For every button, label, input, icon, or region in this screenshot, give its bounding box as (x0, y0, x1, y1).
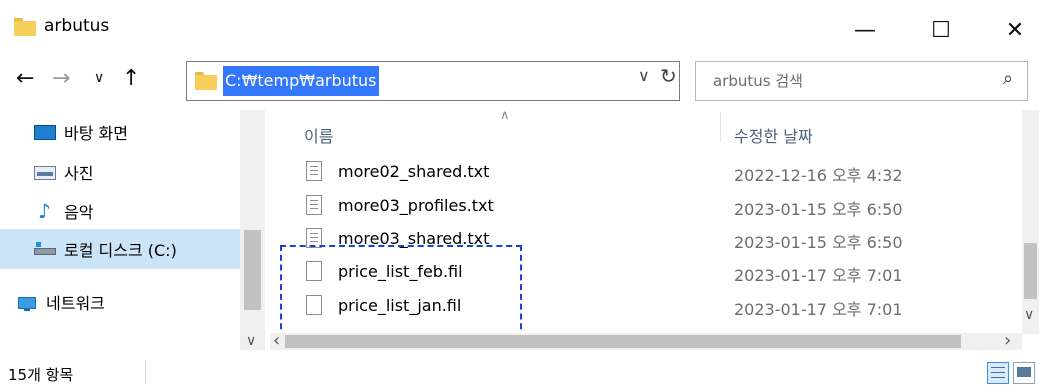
sidebar-item-network[interactable]: 네트워크 (0, 282, 240, 322)
file-row[interactable]: more03_profiles.txt 2023-01-15 오후 6:50 (300, 192, 1020, 226)
scroll-left-arrow[interactable]: ‹ (273, 330, 280, 351)
column-divider[interactable] (720, 112, 721, 142)
sidebar-item-music[interactable]: ♪ 음악 (0, 191, 240, 231)
drive-icon (34, 240, 56, 258)
address-path[interactable]: C:₩temp₩arbutus (223, 66, 379, 96)
large-icons-view-button[interactable] (1013, 362, 1035, 384)
address-dropdown-icon[interactable]: ∨ (638, 66, 650, 85)
sidebar-item-label: 네트워크 (46, 294, 105, 313)
search-placeholder: arbutus 검색 (713, 72, 803, 90)
vertical-scroll-thumb[interactable] (1024, 243, 1037, 299)
folder-icon (195, 72, 217, 90)
file-row[interactable]: more02_shared.txt 2022-12-16 오후 4:32 (300, 158, 1020, 192)
sidebar-scroll-thumb[interactable] (244, 230, 261, 310)
file-date: 2023-01-17 오후 7:01 (734, 300, 903, 319)
pictures-icon (34, 163, 56, 181)
sidebar-item-label: 바탕 화면 (64, 124, 128, 143)
forward-button[interactable]: → (52, 66, 70, 91)
up-button[interactable]: ↑ (122, 66, 140, 91)
maximize-button[interactable]: ☐ (918, 8, 964, 52)
file-date: 2023-01-15 오후 6:50 (734, 200, 903, 219)
file-name: more02_shared.txt (338, 162, 490, 181)
vertical-scrollbar[interactable] (1022, 110, 1039, 334)
file-date: 2023-01-15 오후 6:50 (734, 233, 903, 252)
network-icon (16, 293, 38, 311)
window-title: arbutus (44, 16, 110, 36)
sidebar-item-local-disk[interactable]: 로컬 디스크 (C:) (0, 229, 240, 269)
file-date: 2023-01-17 오후 7:01 (734, 266, 903, 285)
sort-indicator-icon: ∧ (500, 108, 510, 123)
highlight-box (280, 245, 522, 339)
folder-icon (14, 18, 36, 36)
recent-locations-button[interactable]: ∨ (94, 70, 104, 86)
sidebar-item-label: 음악 (64, 203, 94, 222)
back-button[interactable]: ← (16, 66, 34, 91)
sidebar-item-label: 사진 (64, 164, 94, 183)
sidebar-item-pictures[interactable]: 사진 (0, 152, 240, 192)
column-header-name[interactable]: 이름 (304, 123, 333, 147)
refresh-icon[interactable]: ↻ (660, 64, 677, 88)
scroll-right-arrow[interactable]: › (1004, 330, 1011, 351)
sidebar-item-desktop[interactable]: 바탕 화면 (0, 112, 240, 152)
status-item-count: 15개 항목 (8, 366, 74, 384)
details-view-button[interactable] (987, 362, 1009, 384)
sidebar-scroll-down[interactable]: ∨ (246, 333, 256, 349)
text-file-icon (306, 195, 322, 215)
minimize-button[interactable]: — (842, 8, 888, 52)
music-icon: ♪ (38, 199, 51, 223)
scroll-down-arrow[interactable]: ∨ (1024, 307, 1034, 323)
horizontal-scroll-thumb[interactable] (285, 335, 961, 348)
desktop-icon (34, 123, 56, 141)
sidebar-item-label: 로컬 디스크 (C:) (64, 241, 177, 260)
text-file-icon (306, 161, 322, 181)
status-divider (145, 360, 146, 384)
close-button[interactable]: ✕ (992, 8, 1038, 52)
column-header-date[interactable]: 수정한 날짜 (734, 123, 813, 147)
search-icon[interactable]: ⌕ (1003, 68, 1013, 89)
file-name: more03_profiles.txt (338, 196, 494, 215)
file-date: 2022-12-16 오후 4:32 (734, 166, 903, 185)
